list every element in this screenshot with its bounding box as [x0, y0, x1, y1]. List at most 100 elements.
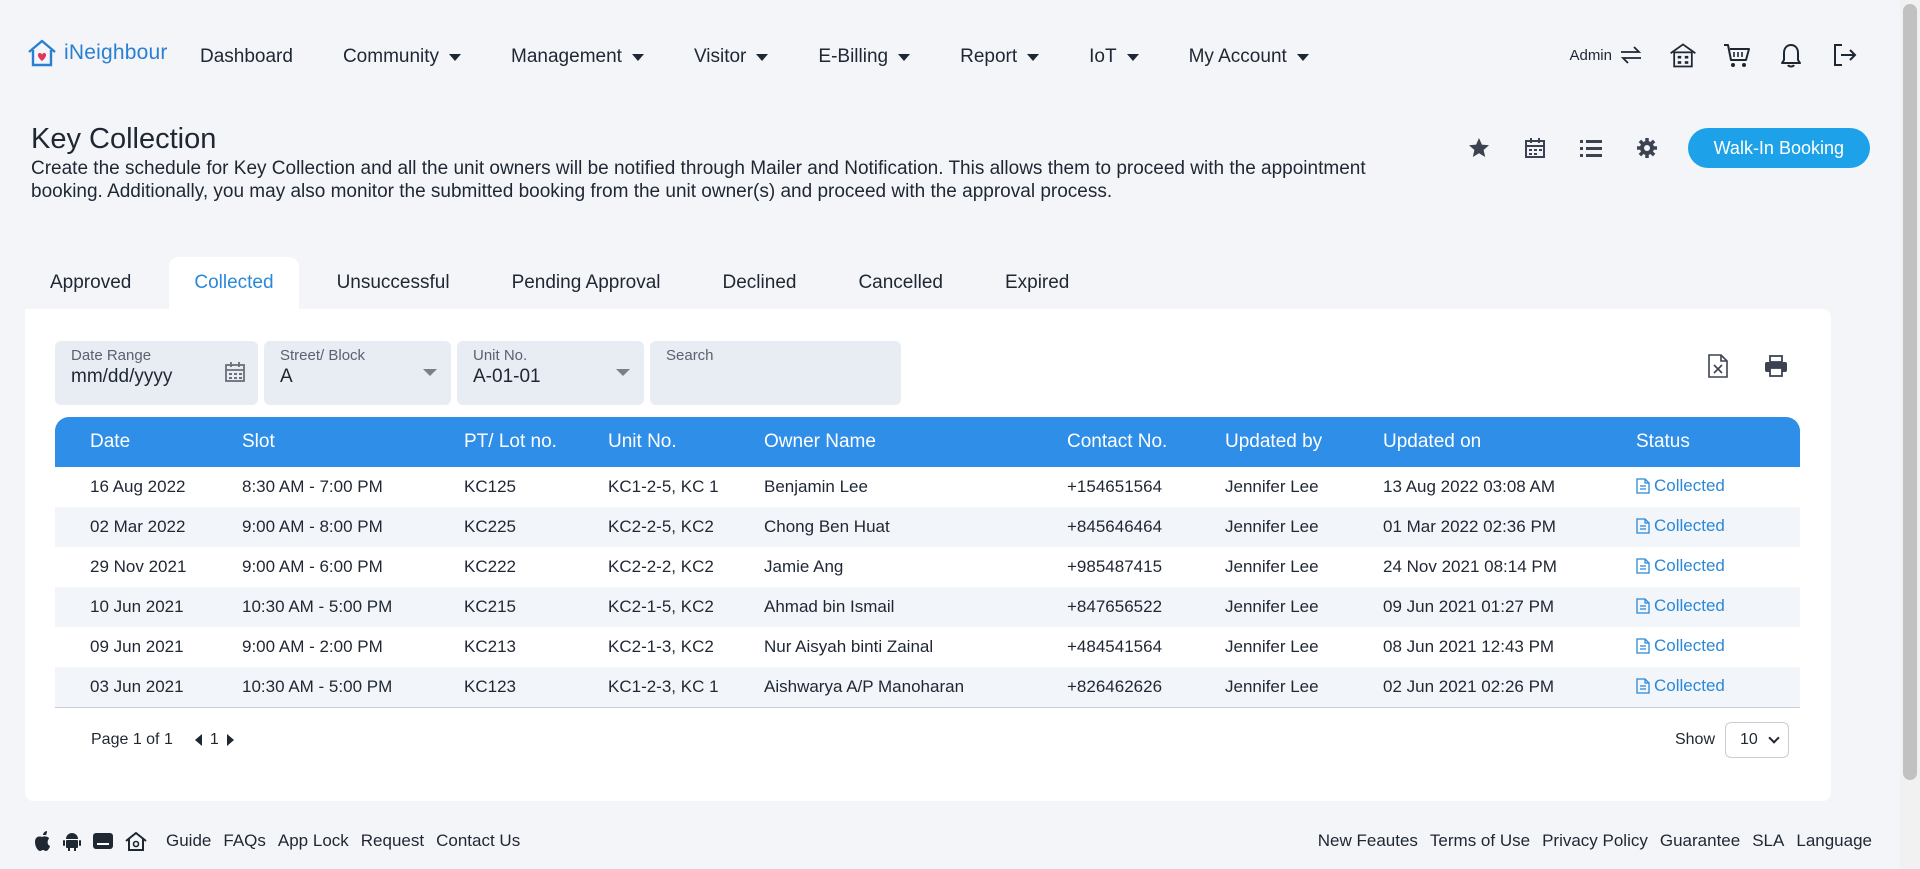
status-collected-link[interactable]: Collected [1636, 556, 1725, 576]
col-status[interactable]: Status [1636, 431, 1776, 453]
footer-link-faqs[interactable]: FAQs [223, 831, 266, 851]
cell-updated-by: Jennifer Lee [1225, 477, 1319, 496]
status-collected-link[interactable]: Collected [1636, 516, 1725, 536]
col-unit-no[interactable]: Unit No. [608, 431, 764, 453]
pagination: Page 1 of 1 1 [91, 731, 234, 749]
tab-declined[interactable]: Declined [699, 257, 821, 309]
tab-pending-approval[interactable]: Pending Approval [488, 257, 685, 309]
cell-slot: 9:00 AM - 2:00 PM [242, 637, 383, 656]
settings-button[interactable] [1632, 133, 1662, 163]
prev-page-icon[interactable] [194, 734, 202, 746]
footer-link-app-lock[interactable]: App Lock [278, 831, 349, 851]
cell-slot: 9:00 AM - 8:00 PM [242, 517, 383, 536]
logout-button[interactable] [1830, 40, 1860, 70]
caret-down-icon [898, 53, 911, 61]
cell-contact-no: +845646464 [1067, 517, 1163, 536]
export-excel-button[interactable] [1703, 351, 1733, 381]
nav-management[interactable]: Management [511, 46, 644, 68]
current-page[interactable]: 1 [210, 731, 219, 749]
table-body: 16 Aug 2022 8:30 AM - 7:00 PM KC125 KC1-2-5… [55, 467, 1800, 708]
footer-link-terms[interactable]: Terms of Use [1430, 831, 1530, 851]
footer-link-language[interactable]: Language [1796, 831, 1872, 851]
apple-icon[interactable] [32, 830, 52, 852]
cell-lot-no: KC222 [464, 557, 516, 576]
nav-label: Community [342, 46, 440, 67]
bookings-table: Date Slot PT/ Lot no. Unit No. Owner Nam… [55, 417, 1800, 708]
nav-iot[interactable]: IoT [1089, 46, 1139, 68]
vertical-scrollbar[interactable] [1900, 0, 1920, 869]
page-size-value: 10 [1740, 731, 1758, 748]
search-input[interactable]: Search [650, 341, 901, 405]
show-label: Show [1674, 731, 1715, 748]
tab-expired[interactable]: Expired [981, 257, 1093, 309]
building-button[interactable] [1668, 40, 1698, 70]
page-size-select[interactable]: 10 [1725, 722, 1789, 758]
android-icon[interactable] [62, 830, 82, 852]
col-updated-on[interactable]: Updated on [1383, 431, 1636, 453]
col-updated-by[interactable]: Updated by [1225, 431, 1383, 453]
nav-dashboard[interactable]: Dashboard [200, 46, 293, 68]
calendar-view-button[interactable] [1520, 133, 1550, 163]
status-collected-link[interactable]: Collected [1636, 636, 1725, 656]
next-page-icon[interactable] [226, 734, 234, 746]
favorite-button[interactable] [1464, 133, 1494, 163]
caret-down-icon [1126, 53, 1139, 61]
status-text: Collected [1654, 555, 1725, 575]
cell-contact-no: +826462626 [1067, 677, 1163, 696]
nav-report[interactable]: Report [960, 46, 1040, 68]
col-lot-no[interactable]: PT/ Lot no. [464, 431, 608, 453]
cell-slot: 10:30 AM - 5:00 PM [242, 597, 393, 616]
document-icon [1636, 517, 1650, 534]
status-collected-link[interactable]: Collected [1636, 676, 1725, 696]
nav-ebilling[interactable]: E-Billing [818, 46, 911, 68]
footer-link-guide[interactable]: Guide [166, 831, 211, 851]
cell-date: 10 Jun 2021 [90, 597, 184, 616]
cell-owner-name: Nur Aisyah binti Zainal [764, 637, 934, 656]
app-logo[interactable]: iNeighbour [26, 38, 168, 68]
date-range-field[interactable]: Date Range mm/dd/yyyy [55, 341, 258, 405]
col-date[interactable]: Date [55, 431, 242, 453]
footer-link-request[interactable]: Request [361, 831, 424, 851]
tab-collected[interactable]: Collected [169, 257, 299, 309]
nav-community[interactable]: Community [342, 46, 462, 68]
col-slot[interactable]: Slot [242, 431, 464, 453]
footer-link-new-features[interactable]: New Feautes [1318, 831, 1418, 851]
cell-status: Collected [1636, 556, 1776, 579]
nav-label: E-Billing [818, 46, 889, 67]
cell-lot-no: KC215 [464, 597, 516, 616]
tablet-icon[interactable] [92, 831, 114, 851]
footer-link-sla[interactable]: SLA [1752, 831, 1784, 851]
cell-status: Collected [1636, 596, 1776, 619]
scrollbar-thumb[interactable] [1903, 4, 1917, 780]
street-block-select[interactable]: Street/ Block A [264, 341, 451, 405]
cell-owner-name: Ahmad bin Ismail [764, 597, 895, 616]
tab-cancelled[interactable]: Cancelled [834, 257, 967, 309]
walk-in-booking-button[interactable]: Walk-In Booking [1687, 128, 1870, 168]
cell-status: Collected [1636, 636, 1776, 659]
nav-my-account[interactable]: My Account [1189, 46, 1309, 68]
notifications-button[interactable] [1776, 40, 1806, 70]
cell-updated-by: Jennifer Lee [1225, 637, 1319, 656]
unit-no-select[interactable]: Unit No. A-01-01 [457, 341, 644, 405]
cell-unit-no: KC2-1-3, KC2 [608, 637, 714, 656]
list-view-button[interactable] [1576, 133, 1606, 163]
tab-approved[interactable]: Approved [26, 257, 155, 309]
home-icon[interactable] [124, 830, 148, 852]
print-button[interactable] [1761, 351, 1791, 381]
footer-link-privacy[interactable]: Privacy Policy [1542, 831, 1648, 851]
col-contact-no[interactable]: Contact No. [1067, 431, 1225, 453]
cart-button[interactable] [1722, 40, 1752, 70]
caret-down-icon [1296, 53, 1309, 61]
footer-links-left: Guide FAQs App Lock Request Contact Us [166, 831, 520, 851]
col-owner-name[interactable]: Owner Name [764, 431, 1067, 453]
footer-link-guarantee[interactable]: Guarantee [1660, 831, 1740, 851]
status-collected-link[interactable]: Collected [1636, 476, 1725, 496]
footer-links-right: New Feautes Terms of Use Privacy Policy … [1318, 831, 1872, 851]
cell-lot-no: KC123 [464, 677, 516, 696]
status-collected-link[interactable]: Collected [1636, 596, 1725, 616]
footer-link-contact-us[interactable]: Contact Us [436, 831, 520, 851]
cell-owner-name: Benjamin Lee [764, 477, 868, 496]
tab-unsuccessful[interactable]: Unsuccessful [313, 257, 474, 309]
nav-visitor[interactable]: Visitor [694, 46, 769, 68]
admin-switch[interactable]: Admin [1569, 44, 1644, 66]
